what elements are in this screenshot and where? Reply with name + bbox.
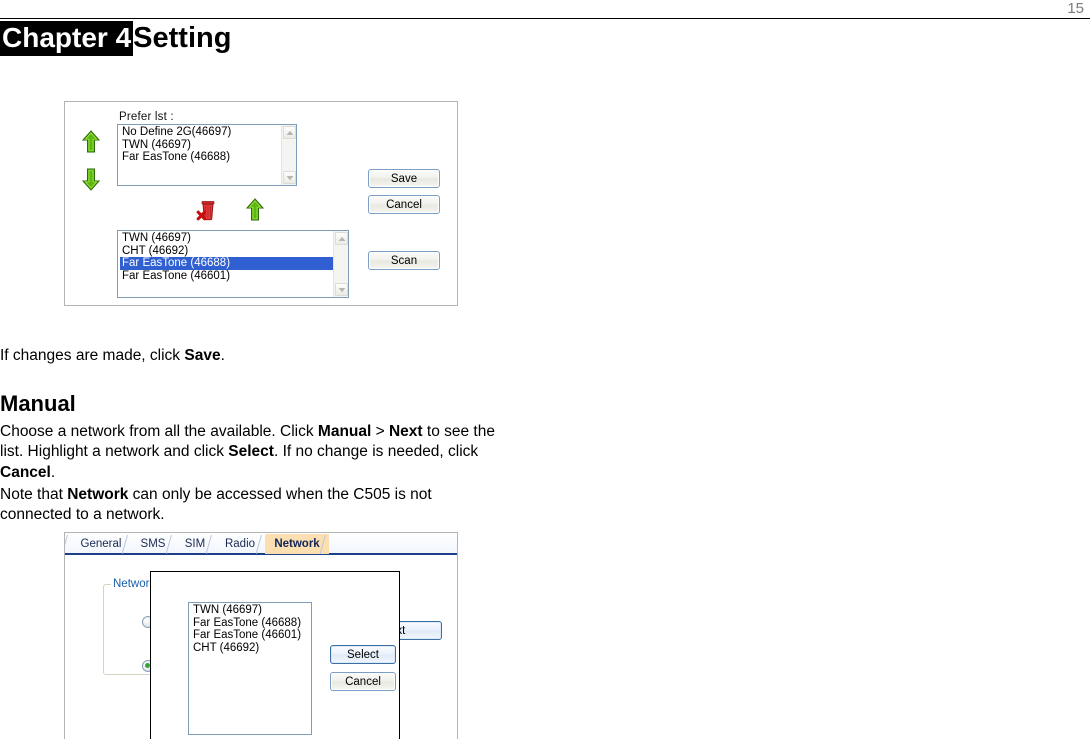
para-save-bold: Save — [184, 346, 221, 364]
para-save-before: If changes are made, click — [0, 346, 185, 364]
tab-strip: General SMS SIM Radio Network — [65, 533, 457, 555]
arrow-down-icon[interactable] — [81, 167, 101, 196]
para-manual-bold2: Next — [388, 422, 423, 440]
list-item[interactable]: CHT (46692) — [191, 642, 311, 655]
scan-results-scrollbar[interactable] — [333, 231, 348, 297]
scroll-down-icon[interactable] — [335, 283, 348, 296]
chapter-label: Chapter 4 — [0, 21, 134, 56]
para-manual-seg2: > — [371, 422, 389, 440]
list-item[interactable]: TWN (46697) — [120, 139, 281, 152]
para-save-after: . — [220, 346, 225, 364]
para-manual-bold4: Cancel — [0, 463, 51, 481]
save-button[interactable]: Save — [368, 169, 440, 188]
list-item[interactable]: CHT (46692) — [120, 245, 333, 258]
list-item[interactable]: Far EasTone (46688) — [120, 151, 281, 164]
heading-manual: Manual — [0, 391, 76, 417]
dialog-cancel-button[interactable]: Cancel — [330, 672, 396, 691]
paragraph-save-note: If changes are made, click Save. — [0, 346, 520, 367]
scroll-up-icon[interactable] — [283, 126, 296, 139]
scroll-up-icon[interactable] — [335, 232, 348, 245]
para-note-seg1: Note that — [0, 485, 68, 503]
para-manual-seg4: . If no change is needed, click — [273, 443, 479, 460]
prefer-list-label: Prefer lst : — [119, 111, 174, 123]
list-item[interactable]: Far EasTone (46688) — [191, 617, 311, 630]
figure-prefer-list-dialog: Prefer lst : No Define 2G(46697) TWN (466… — [64, 101, 458, 306]
prefer-list-listbox[interactable]: No Define 2G(46697) TWN (46697) Far EasTon… — [117, 124, 297, 186]
paragraph-network-note: Note that Network can only be accessed w… — [0, 485, 480, 526]
paragraph-manual-instructions: Choose a network from all the available.… — [0, 422, 512, 484]
arrow-up-icon[interactable] — [245, 198, 265, 227]
list-item[interactable]: Far EasTone (46688) — [120, 257, 333, 270]
list-item[interactable]: TWN (46697) — [191, 604, 311, 617]
trash-delete-icon[interactable] — [196, 198, 220, 227]
scan-results-listbox[interactable]: TWN (46697) CHT (46692) Far EasTone (46688… — [117, 230, 349, 298]
cancel-button[interactable]: Cancel — [368, 195, 440, 214]
chapter-name: Setting — [133, 22, 232, 54]
network-selection-dialog: TWN (46697) Far EasTone (46688) Far EasTon… — [150, 571, 400, 739]
network-list-items: TWN (46697) Far EasTone (46688) Far EasTon… — [189, 603, 311, 734]
para-manual-bold3: Select — [228, 443, 274, 460]
prefer-list-items: No Define 2G(46697) TWN (46697) Far EasTon… — [118, 125, 281, 185]
scan-results-items: TWN (46697) CHT (46692) Far EasTone (46688… — [118, 231, 333, 297]
select-button[interactable]: Select — [330, 645, 396, 664]
arrow-up-icon[interactable] — [81, 130, 101, 159]
scroll-down-icon[interactable] — [283, 171, 296, 184]
prefer-list-scrollbar[interactable] — [281, 125, 296, 185]
page-number: 15 — [1067, 0, 1084, 17]
scan-button[interactable]: Scan — [368, 251, 440, 270]
para-manual-bold1: Manual — [317, 422, 372, 440]
page-title: Chapter 4 Setting — [0, 21, 232, 56]
para-manual-seg5: . — [50, 463, 56, 481]
list-item[interactable]: No Define 2G(46697) — [120, 126, 281, 139]
network-list-listbox[interactable]: TWN (46697) Far EasTone (46688) Far EasTon… — [188, 602, 312, 735]
para-note-bold1: Network — [67, 485, 129, 503]
list-item[interactable]: Far EasTone (46601) — [191, 629, 311, 642]
header-divider — [0, 18, 1090, 19]
list-item[interactable]: TWN (46697) — [120, 232, 333, 245]
figure-network-manual-dialog: GeneralSMSSIMRadioNetwork Network ext TW… — [64, 532, 458, 739]
tab-separator — [320, 535, 330, 554]
para-manual-seg1: Choose a network from all the available.… — [0, 422, 318, 440]
list-item[interactable]: Far EasTone (46601) — [120, 270, 333, 283]
